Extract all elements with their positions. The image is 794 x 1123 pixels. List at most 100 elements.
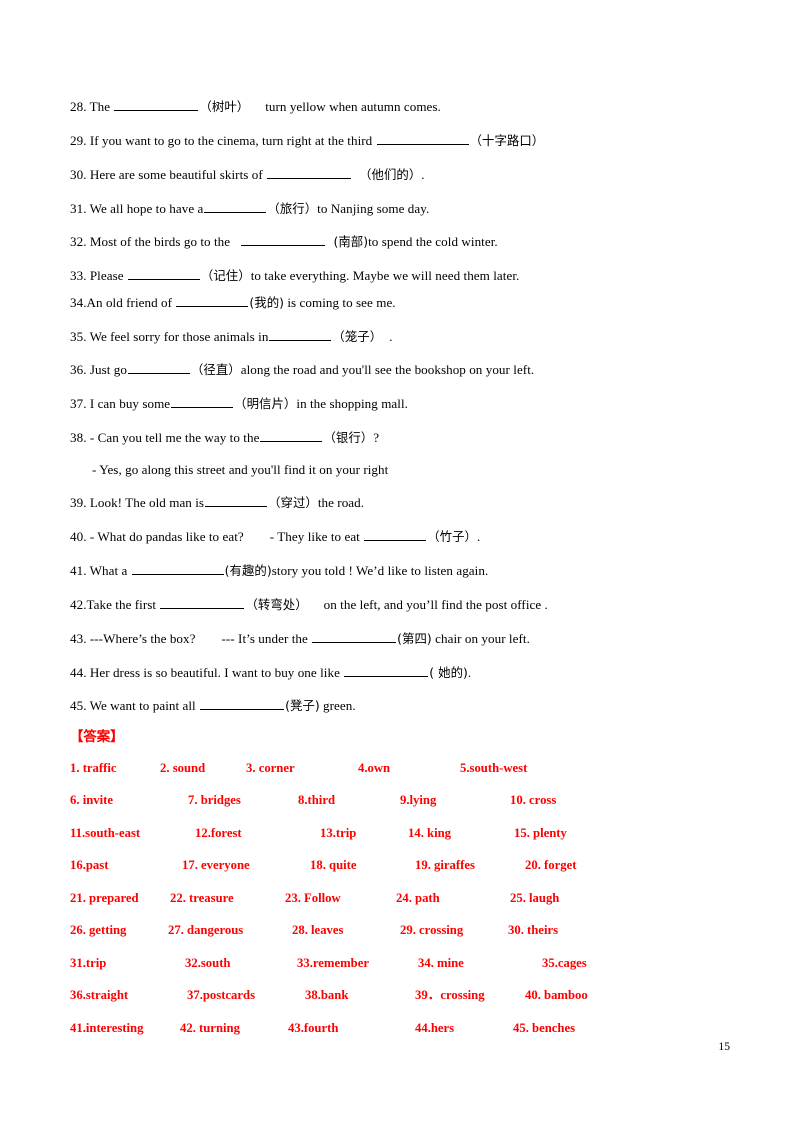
q30-text-b: . [421,166,425,182]
answer-row: 1. traffic 2. sound 3. corner 4.own 5.south-… [70,760,730,775]
q32-chinese-hint: (南部) [333,234,369,250]
question-45: 45. We want to paint all (凳子) green. [70,697,730,712]
q33-blank[interactable] [127,267,200,281]
question-34: 34.An old friend of (我的) is coming to se… [70,294,730,309]
answer-item: 12.forest [195,825,242,840]
answer-row: 11.south-east 12.forest 13.trip 14. king 15.… [70,825,730,840]
q35-chinese-hint: （笼子） [332,328,383,344]
answer-item: 42. turning [180,1020,240,1035]
q43-text-b: chair on your left. [431,630,530,646]
q43-text-a: 43. ---Where’s the box? [70,630,196,646]
answer-item: 10. cross [510,793,557,808]
exercise-content: 28. The （树叶） turn yellow when autumn come… [70,98,730,1054]
answer-item: 33.remember [297,955,369,970]
q35-blank[interactable] [269,328,332,341]
answer-item: 16.past [70,858,109,873]
answer-item: 27. dangerous [168,923,244,938]
answer-item: 4.own [358,760,391,775]
q41-blank[interactable] [131,562,224,576]
q42-blank[interactable] [160,596,245,609]
q28-blank[interactable] [114,98,199,112]
q38-sub-text: - Yes, go along this street and you'll f… [92,461,389,477]
question-38-answer-line: - Yes, go along this street and you'll f… [92,463,730,476]
answer-item: 38.bank [305,988,349,1003]
q39-blank[interactable] [205,494,268,508]
q36-text-b: along the road and you'll see the booksh… [240,362,535,378]
q30-blank[interactable] [267,166,352,179]
q30-chinese-hint: （他们的） [359,166,422,182]
answer-key-heading: 【答案】 [70,730,124,746]
q28-chinese-hint: （树叶） [199,99,250,115]
answer-item: 26. getting [70,923,127,938]
q43-chinese-hint: (第四) [397,630,432,646]
q29-text-a: 29. If you want to go to the cinema, tur… [70,132,376,148]
q29-chinese-hint: （十字路口） [469,132,545,148]
q35-text-b: . [389,328,393,344]
answer-item: 35.cages [542,955,587,970]
q45-text-a: 45. We want to paint all [70,698,200,714]
answer-item: 34. mine [418,955,464,970]
q44-text-a: 44. Her dress is so beautiful. I want to… [70,664,344,680]
question-41: 41. What a (有趣的)story you told ! We’d li… [70,562,730,577]
q45-blank[interactable] [200,697,285,711]
q41-text-b: story you told ! We’d like to listen aga… [271,563,489,579]
answer-item: 44.hers [415,1020,455,1035]
answer-item: 39．crossing [415,988,485,1003]
q31-blank[interactable] [204,200,267,213]
q37-blank[interactable] [171,395,234,409]
answer-item: 28. leaves [292,923,344,938]
answer-item: 21. prepared [70,890,139,905]
answer-item: 30. theirs [508,923,559,938]
q38-blank[interactable] [260,429,323,443]
q32-text-b: to spend the cold winter. [368,234,498,250]
question-38: 38. - Can you tell me the way to the （银行）… [70,429,730,444]
worksheet-page: 28. The （树叶） turn yellow when autumn come… [0,0,794,1123]
q37-text-a: 37. I can buy some [70,396,171,412]
question-30: 30. Here are some beautiful skirts of （他… [70,166,730,181]
answer-item: 3. corner [246,760,295,775]
question-35: 35. We feel sorry for those animals in （笼… [70,328,730,343]
q44-blank[interactable] [344,664,429,677]
q32-blank[interactable] [241,233,326,247]
q35-text-a: 35. We feel sorry for those animals in [70,328,269,344]
q36-chinese-hint: （径直） [190,362,241,378]
q42-chinese-hint: （转弯处） [245,596,308,612]
q29-blank[interactable] [376,132,469,145]
q31-text-a: 31. We all hope to have a [70,200,204,216]
question-29: 29. If you want to go to the cinema, tur… [70,132,730,147]
question-36: 36. Just go （径直）along the road and you'll… [70,361,730,376]
q33-text-a: 33. Please [70,268,127,284]
answer-item: 24. path [396,890,440,905]
q39-text-a: 39. Look! The old man is [70,495,205,511]
q36-blank[interactable] [127,361,190,375]
q31-chinese-hint: （旅行） [267,200,318,216]
answer-item: 8.third [298,793,336,808]
q32-text-a: 32. Most of the birds go to the [70,234,234,250]
q28-text-b: turn yellow when autumn comes. [265,99,441,115]
answer-item: 31.trip [70,955,107,970]
answer-item: 36.straight [70,988,129,1003]
question-39: 39. Look! The old man is （穿过）the road. [70,494,730,509]
q40-text-b: . [476,529,481,545]
q33-chinese-hint: （记住） [200,268,251,284]
question-40: 40. - What do pandas like to eat? - They … [70,528,730,543]
answer-item: 19. giraffes [415,858,475,873]
answer-row: 21. prepared 22. treasure 23. Follow 24. pa… [70,890,730,905]
answer-item: 1. traffic [70,760,117,775]
q43-blank[interactable] [312,630,397,643]
q45-chinese-hint: (凳子) [285,698,320,714]
q44-text-b: . [467,664,472,680]
answer-item: 5.south-west [460,760,528,775]
answer-row: 6. invite 7. bridges 8.third 9.lying 10. cro… [70,794,730,807]
q40-blank[interactable] [364,528,427,542]
answer-item: 13.trip [320,825,357,840]
q37-chinese-hint: （明信片） [234,396,297,412]
q41-text-a: 41. What a [70,563,131,579]
q34-blank[interactable] [176,294,249,307]
answer-item: 22. treasure [170,890,234,905]
answer-item: 9.lying [400,793,437,808]
q31-text-b: to Nanjing some day. [317,200,430,216]
q28-text-a: 28. The [70,99,114,115]
question-42: 42.Take the first （转弯处） on the left, and … [70,596,730,611]
question-32: 32. Most of the birds go to the (南部)to s… [70,233,730,248]
